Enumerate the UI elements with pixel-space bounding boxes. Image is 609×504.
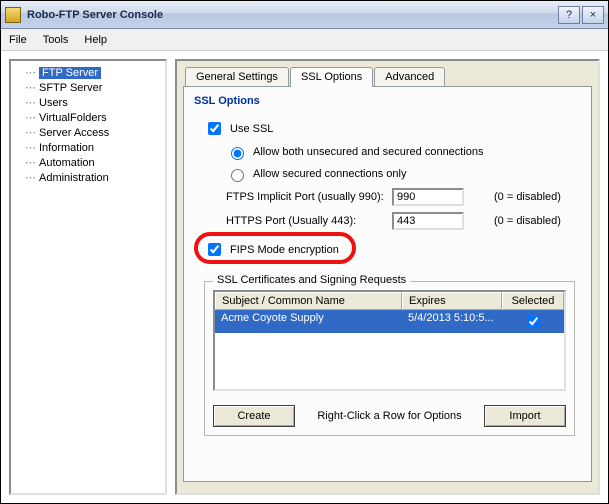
- radio-allow-both[interactable]: [231, 147, 244, 160]
- tree-item-automation[interactable]: ⋯Automation: [13, 155, 163, 170]
- grid-empty-area: [215, 333, 564, 389]
- titlebar: Robo-FTP Server Console ? ×: [1, 1, 608, 29]
- cert-grid[interactable]: Subject / Common Name Expires Selected A…: [213, 290, 566, 391]
- create-button[interactable]: Create: [213, 405, 295, 427]
- tree-item-virtual-folders[interactable]: ⋯VirtualFolders: [13, 110, 163, 125]
- tab-general-settings[interactable]: General Settings: [185, 67, 289, 87]
- tab-ssl-options[interactable]: SSL Options: [290, 67, 373, 87]
- window-title: Robo-FTP Server Console: [27, 9, 558, 21]
- ftps-port-label: FTPS Implicit Port (usually 990):: [226, 191, 386, 203]
- tab-body: SSL Options Use SSL Allow both unsecured…: [183, 86, 592, 482]
- import-button[interactable]: Import: [484, 405, 566, 427]
- tree-item-server-access[interactable]: ⋯Server Access: [13, 125, 163, 140]
- menu-help[interactable]: Help: [84, 34, 107, 46]
- menu-file[interactable]: File: [9, 34, 27, 46]
- app-icon: [5, 7, 21, 23]
- cell-subject: Acme Coyote Supply: [215, 310, 402, 333]
- cell-selected: [502, 310, 564, 333]
- tab-advanced[interactable]: Advanced: [374, 67, 445, 87]
- fips-label: FIPS Mode encryption: [230, 244, 339, 256]
- tree-item-ftp-server[interactable]: ⋯FTP Server: [13, 65, 163, 80]
- cert-selected-checkbox[interactable]: [527, 315, 540, 328]
- section-title: SSL Options: [194, 95, 581, 107]
- tree-item-information[interactable]: ⋯Information: [13, 140, 163, 155]
- help-button[interactable]: ?: [558, 6, 580, 24]
- https-port-label: HTTPS Port (Usually 443):: [226, 215, 386, 227]
- cert-group-title: SSL Certificates and Signing Requests: [213, 274, 410, 286]
- https-port-input[interactable]: [392, 212, 464, 230]
- fips-checkbox[interactable]: [208, 243, 221, 256]
- nav-tree: ⋯FTP Server ⋯SFTP Server ⋯Users ⋯Virtual…: [9, 59, 167, 495]
- tree-item-users[interactable]: ⋯Users: [13, 95, 163, 110]
- cert-grid-header: Subject / Common Name Expires Selected: [215, 292, 564, 310]
- table-row[interactable]: Acme Coyote Supply 5/4/2013 5:10:5...: [215, 310, 564, 333]
- content-panel: General Settings SSL Options Advanced SS…: [175, 59, 600, 495]
- tabstrip: General Settings SSL Options Advanced: [185, 67, 592, 87]
- cert-group: SSL Certificates and Signing Requests Su…: [204, 281, 575, 436]
- menubar: File Tools Help: [1, 29, 608, 51]
- ftps-disabled-hint: (0 = disabled): [494, 191, 561, 203]
- fips-row: FIPS Mode encryption: [204, 240, 581, 259]
- menu-tools[interactable]: Tools: [43, 34, 69, 46]
- radio-both-row: Allow both unsecured and secured connect…: [204, 144, 581, 160]
- tree-item-administration[interactable]: ⋯Administration: [13, 170, 163, 185]
- use-ssl-label: Use SSL: [230, 123, 273, 135]
- radio-allow-both-label: Allow both unsecured and secured connect…: [253, 146, 484, 158]
- radio-secured-only-label: Allow secured connections only: [253, 168, 406, 180]
- radio-secured-row: Allow secured connections only: [204, 166, 581, 182]
- use-ssl-checkbox[interactable]: [208, 122, 221, 135]
- https-disabled-hint: (0 = disabled): [494, 215, 561, 227]
- use-ssl-row: Use SSL: [204, 119, 581, 138]
- col-expires[interactable]: Expires: [402, 292, 502, 310]
- col-subject[interactable]: Subject / Common Name: [215, 292, 402, 310]
- tree-item-sftp-server[interactable]: ⋯SFTP Server: [13, 80, 163, 95]
- close-button[interactable]: ×: [582, 6, 604, 24]
- col-selected[interactable]: Selected: [502, 292, 564, 310]
- ftps-port-input[interactable]: [392, 188, 464, 206]
- radio-secured-only[interactable]: [231, 169, 244, 182]
- grid-hint: Right-Click a Row for Options: [295, 410, 484, 422]
- cell-expires: 5/4/2013 5:10:5...: [402, 310, 502, 333]
